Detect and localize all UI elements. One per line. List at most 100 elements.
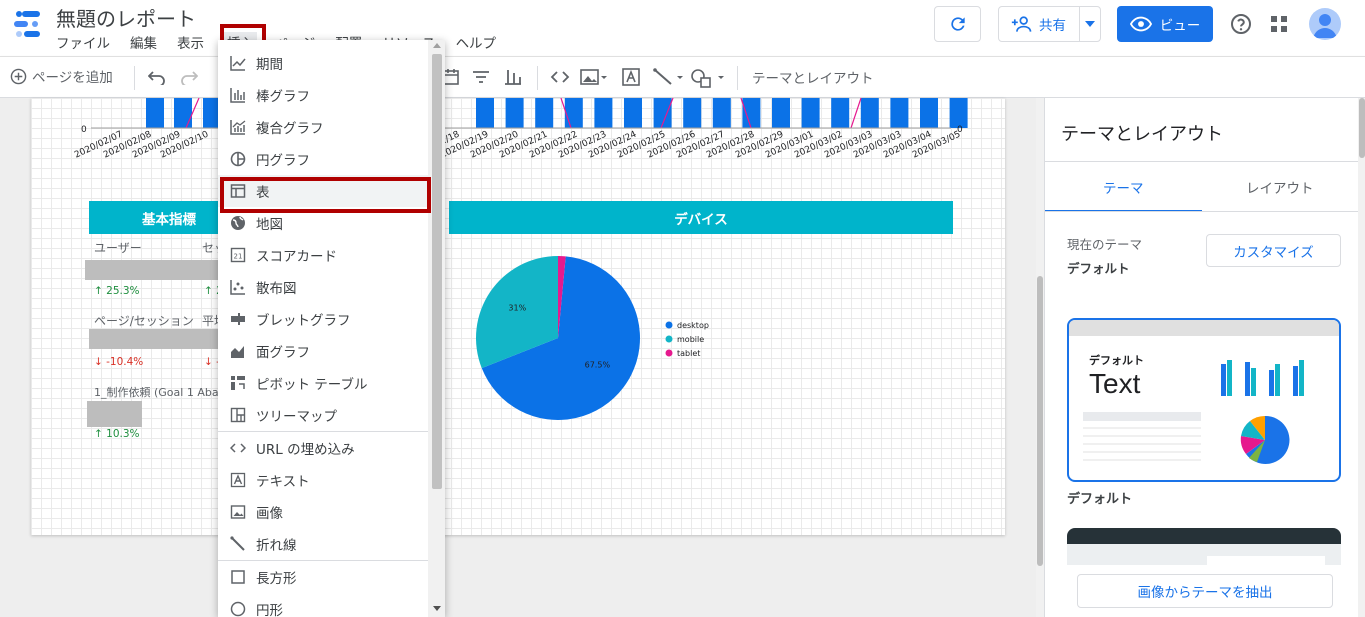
menu-item-treemap[interactable]: ツリーマップ [218,399,428,431]
bar[interactable] [890,98,909,128]
menu-help[interactable]: ヘルプ [456,32,497,52]
apps-grid-icon[interactable] [1269,14,1289,34]
shape-tool-icon[interactable] [690,68,726,88]
bar[interactable] [949,98,968,128]
bar[interactable] [594,98,613,128]
goal-value-bar[interactable] [87,401,142,427]
report-title[interactable]: 無題のレポート [56,3,196,32]
pps-value-bar[interactable] [89,329,218,349]
scroll-up-arrow-icon[interactable] [433,43,441,48]
circle-icon [230,601,246,617]
bar[interactable] [831,98,850,128]
canvas-scrollbar-thumb[interactable] [1037,276,1043,566]
menu-item-timeseries[interactable]: 期間 [218,47,428,79]
menu-item-pivot-table[interactable]: ピボット テーブル [218,367,428,399]
scatter-icon [230,279,246,295]
embed-code-icon[interactable] [550,68,570,86]
panel-footer: 画像からテーマを抽出 [1045,565,1358,617]
line-tool-icon[interactable] [653,68,685,86]
users-value-bar[interactable] [85,260,218,280]
user-avatar[interactable] [1309,8,1341,40]
menu-item-text[interactable]: テキスト [218,464,428,496]
filter-icon[interactable] [472,68,490,86]
scroll-down-arrow-icon[interactable] [433,606,441,611]
menu-item-combo-chart[interactable]: 複合グラフ [218,111,428,143]
bar[interactable] [564,98,583,128]
bar[interactable] [476,98,494,128]
menu-item-area-chart[interactable]: 面グラフ [218,335,428,367]
device-header[interactable]: デバイス [449,201,953,234]
bar[interactable] [683,98,702,128]
share-main[interactable]: 共有 [999,7,1081,41]
report-canvas[interactable]: 0 0 2020/02/07 2020/02/08 2020/02/09 2020/0… [31,98,1005,535]
undo-icon[interactable] [148,69,166,85]
data-studio-logo-icon[interactable] [12,9,44,39]
add-circle-icon [10,68,27,84]
goal-delta: ↑ 10.3% [94,428,140,440]
image-icon[interactable] [580,68,608,86]
menu-item-rectangle[interactable]: 長方形 [218,561,428,593]
menu-item-pie-chart[interactable]: 円グラフ [218,143,428,175]
menu-item-bar-chart[interactable]: 棒グラフ [218,79,428,111]
menu-file[interactable]: ファイル [56,32,110,52]
menu-scrollbar-thumb[interactable] [432,54,442,489]
data-control-icon[interactable] [504,68,522,86]
customize-button[interactable]: カスタマイズ [1206,234,1341,267]
bar[interactable] [712,98,731,128]
share-dropdown[interactable] [1080,21,1100,27]
menu-edit[interactable]: 編集 [130,32,157,52]
refresh-button[interactable] [934,6,981,42]
current-theme-value: デフォルト [1067,261,1130,276]
menu-scrollbar[interactable] [428,40,445,617]
bar[interactable] [801,98,820,128]
theme-card-default[interactable]: デフォルト Text [1067,318,1341,482]
legend-label-tablet[interactable]: tablet [677,349,700,358]
share-button[interactable]: 共有 [998,6,1101,42]
current-theme-label: 現在のテーマ [1067,237,1143,252]
menu-item-image[interactable]: 画像 [218,496,428,528]
bar[interactable] [146,98,164,128]
theme-name-default: デフォルト [1067,492,1133,507]
bar[interactable] [920,98,938,128]
menu-item-scorecard[interactable]: 21 スコアカード [218,239,428,271]
insert-menu-list: 期間 棒グラフ 複合グラフ 円グラフ 表 地図 21 スコアカード 散布図 ブレッ… [218,47,428,617]
bar[interactable] [535,98,554,128]
canvas-scrollbar[interactable] [1036,98,1044,617]
view-button[interactable]: ビュー [1117,6,1213,42]
panel-scrollbar-thumb[interactable] [1359,98,1365,158]
bar[interactable] [772,98,790,128]
extract-theme-button[interactable]: 画像からテーマを抽出 [1077,574,1333,608]
time-series-bar-chart[interactable]: 0 0 2020/02/072020/02/082020/02/092020/0… [31,98,1005,168]
legend-label-desktop[interactable]: desktop [677,321,709,330]
device-pie-chart[interactable]: 67.5% 31% desktop mobile tablet [451,253,711,433]
rectangle-icon [230,569,246,585]
theme-layout-button[interactable]: テーマとレイアウト [752,67,874,87]
bar[interactable] [742,98,761,128]
help-icon[interactable] [1229,12,1253,36]
legend-label-mobile[interactable]: mobile [677,335,704,344]
globe-icon [230,215,246,231]
text-box-icon[interactable] [621,68,641,86]
bar[interactable] [174,98,192,128]
menu-item-line[interactable]: 折れ線 [218,528,428,560]
view-label: ビュー [1159,18,1201,34]
theme-preview-graphics [1083,360,1304,464]
menu-view[interactable]: 表示 [177,32,204,52]
redo-icon[interactable] [180,69,198,85]
svg-text:21: 21 [234,253,243,261]
legend-dot-tablet [665,349,673,357]
tab-layout[interactable]: レイアウト [1202,162,1359,212]
toolbar-divider [737,66,738,90]
bar[interactable] [860,98,879,128]
menu-item-bullet-chart[interactable]: ブレットグラフ [218,303,428,335]
menu-item-circle[interactable]: 円形 [218,593,428,617]
add-page-button[interactable]: ページを追加 [10,66,113,86]
insert-dropdown-menu: 期間 棒グラフ 複合グラフ 円グラフ 表 地図 21 スコアカード 散布図 ブレッ… [218,40,445,617]
combo-chart-icon [230,119,246,135]
menu-item-scatter-chart[interactable]: 散布図 [218,271,428,303]
bar[interactable] [624,98,642,128]
tab-theme[interactable]: テーマ [1045,162,1202,212]
panel-scrollbar[interactable] [1358,98,1365,617]
bar[interactable] [505,98,524,128]
menu-item-embed-url[interactable]: URL の埋め込み [218,432,428,464]
